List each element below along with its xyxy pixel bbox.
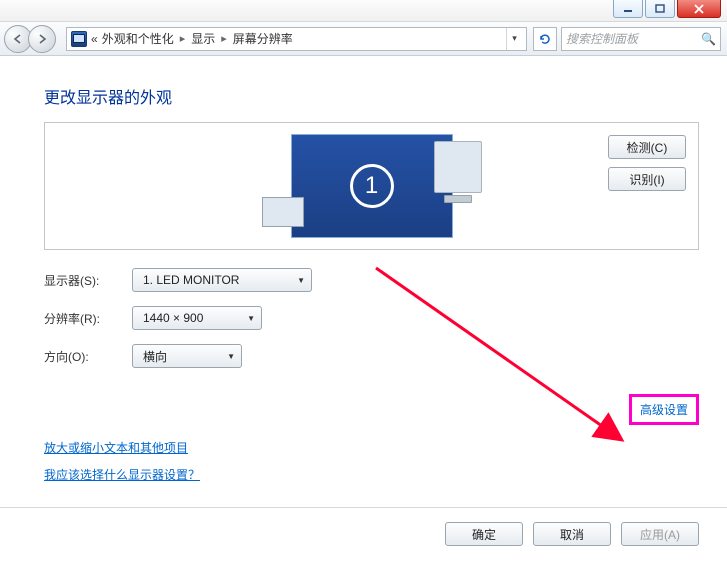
detect-button[interactable]: 检测(C) [608, 135, 686, 159]
preview-side-buttons: 检测(C) 识别(I) [608, 135, 686, 191]
orientation-dropdown[interactable]: 横向 ▼ [132, 344, 242, 368]
crumb-display[interactable]: 显示 [191, 30, 215, 47]
crumb-prefix: « [91, 32, 98, 46]
apply-button[interactable]: 应用(A) [621, 522, 699, 546]
minimize-icon [623, 4, 633, 14]
search-icon: 🔍 [701, 32, 716, 46]
identify-label: 识别(I) [629, 171, 664, 188]
window-titlebar [0, 0, 727, 22]
search-input[interactable] [566, 32, 697, 46]
nav-arrows [4, 24, 56, 54]
crumb-appearance[interactable]: 外观和个性化 [102, 30, 174, 47]
refresh-button[interactable] [533, 27, 557, 51]
text-size-label: 放大或缩小文本和其他项目 [44, 441, 188, 455]
maximize-button[interactable] [645, 0, 675, 18]
breadcrumb[interactable]: « 外观和个性化 ▸ 显示 ▸ 屏幕分辨率 ▾ [66, 27, 527, 51]
mini-monitor-stand-icon [444, 195, 472, 203]
monitor-number: 1 [350, 164, 394, 208]
identify-button[interactable]: 识别(I) [608, 167, 686, 191]
display-value: 1. LED MONITOR [143, 273, 239, 287]
chevron-down-icon: ▼ [297, 276, 305, 285]
forward-button[interactable] [28, 25, 56, 53]
mini-secondary-monitor-icon [434, 141, 482, 193]
apply-label: 应用(A) [640, 526, 680, 543]
crumb-resolution[interactable]: 屏幕分辨率 [233, 30, 293, 47]
resolution-value: 1440 × 900 [143, 311, 203, 325]
maximize-icon [655, 4, 665, 14]
chevron-right-icon: ▸ [219, 32, 229, 45]
toolbar: « 外观和个性化 ▸ 显示 ▸ 屏幕分辨率 ▾ 🔍 [0, 22, 727, 56]
orientation-value: 横向 [143, 348, 167, 365]
resolution-dropdown[interactable]: 1440 × 900 ▼ [132, 306, 262, 330]
chevron-right-icon: ▸ [178, 32, 188, 45]
close-button[interactable] [677, 0, 721, 18]
resolution-label: 分辨率(R): [44, 310, 132, 327]
orientation-label: 方向(O): [44, 348, 132, 365]
cancel-button[interactable]: 取消 [533, 522, 611, 546]
page-title: 更改显示器的外观 [44, 84, 699, 108]
which-display-label: 我应该选择什么显示器设置？ [44, 468, 200, 482]
mini-taskbar-icon [262, 197, 304, 227]
arrow-left-icon [12, 33, 24, 45]
chevron-down-icon: ▼ [247, 314, 255, 323]
ok-label: 确定 [472, 526, 496, 543]
minimize-button[interactable] [613, 0, 643, 18]
annotation-arrow [372, 264, 662, 464]
footer-buttons: 确定 取消 应用(A) [0, 508, 727, 556]
control-panel-icon [71, 31, 87, 47]
cancel-label: 取消 [560, 526, 584, 543]
chevron-down-icon: ▼ [227, 352, 235, 361]
close-icon [693, 4, 705, 14]
breadcrumb-dropdown[interactable]: ▾ [506, 28, 522, 50]
display-label: 显示器(S): [44, 272, 132, 289]
which-display-link[interactable]: 我应该选择什么显示器设置？ [44, 466, 699, 483]
search-box[interactable]: 🔍 [561, 27, 721, 51]
monitor-preview-box: 1 检测(C) 识别(I) [44, 122, 699, 250]
content-area: 更改显示器的外观 1 检测(C) 识别(I) 显示器(S): 1. LED MO… [0, 56, 727, 503]
detect-label: 检测(C) [627, 139, 668, 156]
display-dropdown[interactable]: 1. LED MONITOR ▼ [132, 268, 312, 292]
refresh-icon [538, 32, 552, 46]
ok-button[interactable]: 确定 [445, 522, 523, 546]
monitor-thumbnail[interactable]: 1 [291, 134, 453, 238]
arrow-right-icon [36, 33, 48, 45]
